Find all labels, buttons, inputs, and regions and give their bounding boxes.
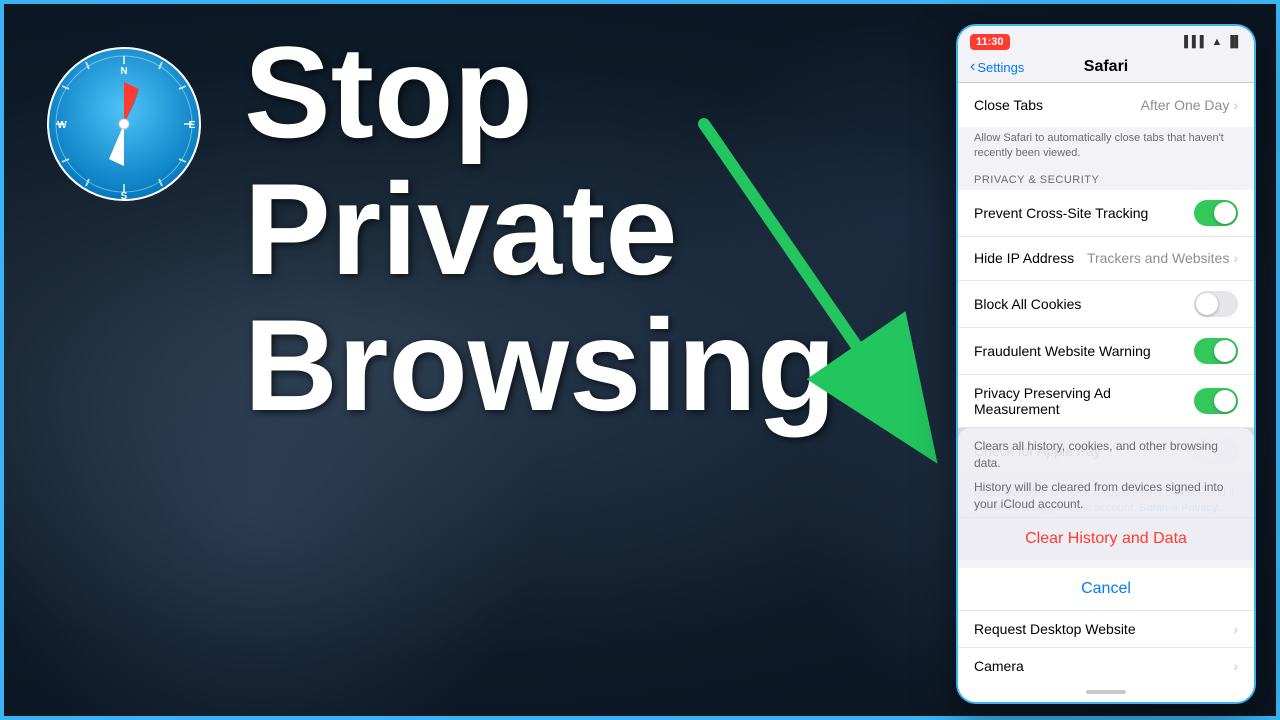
hide-ip-value: Trackers and Websites [1087, 250, 1229, 266]
svg-text:E: E [189, 120, 196, 131]
wifi-icon: ▲ [1212, 36, 1223, 48]
fraud-warning-row[interactable]: Fraudulent Website Warning [958, 328, 1254, 375]
status-time: 11:30 [970, 34, 1010, 50]
hide-ip-chevron-icon: › [1233, 250, 1238, 266]
toggle-thumb [1214, 340, 1236, 362]
close-tabs-row[interactable]: Close Tabs After One Day › [958, 83, 1254, 127]
nav-bar: ‹ Settings Safari [958, 54, 1254, 83]
fraud-warning-toggle[interactable] [1194, 338, 1238, 364]
prevent-tracking-row[interactable]: Prevent Cross-Site Tracking [958, 190, 1254, 237]
request-desktop-label: Request Desktop Website [974, 621, 1136, 637]
hide-ip-row[interactable]: Hide IP Address Trackers and Websites › [958, 237, 1254, 281]
back-button[interactable]: ‹ Settings [970, 58, 1024, 76]
ad-measurement-label: Privacy Preserving Ad Measurement [974, 385, 1194, 417]
toggle-thumb [1196, 293, 1218, 315]
modal-desc2: History will be cleared from devices sig… [958, 475, 1254, 517]
svg-text:S: S [121, 191, 128, 202]
request-desktop-row[interactable]: Request Desktop Website › [958, 610, 1254, 647]
prevent-tracking-label: Prevent Cross-Site Tracking [974, 205, 1194, 221]
camera-row[interactable]: Camera › [958, 647, 1254, 684]
svg-text:W: W [57, 120, 67, 131]
safari-logo: N S W E [44, 44, 204, 204]
green-arrow [684, 104, 984, 504]
cancel-button[interactable]: Cancel [958, 560, 1254, 610]
ad-measurement-toggle[interactable] [1194, 388, 1238, 414]
block-cookies-row[interactable]: Block All Cookies [958, 281, 1254, 328]
page-title: Safari [1084, 58, 1128, 76]
toggle-thumb [1214, 202, 1236, 224]
modal-desc1: Clears all history, cookies, and other b… [958, 428, 1254, 476]
close-tabs-label: Close Tabs [974, 97, 1141, 113]
block-cookies-toggle[interactable] [1194, 291, 1238, 317]
privacy-section-label: PRIVACY & SECURITY [958, 170, 1254, 190]
iphone-panel: 11:30 ▌▌▌ ▲ ▐▌ ‹ Settings Safari Close T… [956, 24, 1256, 704]
request-desktop-chevron-icon: › [1233, 621, 1238, 637]
fraud-warning-label: Fraudulent Website Warning [974, 343, 1194, 359]
close-tabs-group: Close Tabs After One Day › [958, 83, 1254, 127]
signal-icon: ▌▌▌ [1184, 36, 1207, 48]
battery-icon: ▐▌ [1226, 36, 1242, 48]
back-label: Settings [977, 60, 1024, 75]
status-icons: ▌▌▌ ▲ ▐▌ [1184, 36, 1242, 48]
camera-label: Camera [974, 658, 1024, 674]
ad-measurement-row[interactable]: Privacy Preserving Ad Measurement [958, 375, 1254, 428]
home-indicator [1086, 690, 1126, 694]
clear-history-button[interactable]: Clear History and Data [958, 517, 1254, 560]
block-cookies-label: Block All Cookies [974, 296, 1194, 312]
hide-ip-label: Hide IP Address [974, 250, 1087, 266]
close-tabs-value: After One Day [1141, 97, 1230, 113]
modal-overlay: Clears all history, cookies, and other b… [958, 428, 1254, 702]
camera-chevron-icon: › [1233, 658, 1238, 674]
svg-text:N: N [120, 66, 127, 77]
status-bar: 11:30 ▌▌▌ ▲ ▐▌ [958, 26, 1254, 54]
close-tabs-desc: Allow Safari to automatically close tabs… [958, 127, 1254, 170]
toggle-thumb [1214, 390, 1236, 412]
prevent-tracking-toggle[interactable] [1194, 200, 1238, 226]
back-chevron-icon: ‹ [970, 58, 975, 76]
modal-dialog: Clears all history, cookies, and other b… [958, 428, 1254, 610]
close-tabs-chevron-icon: › [1233, 97, 1238, 113]
